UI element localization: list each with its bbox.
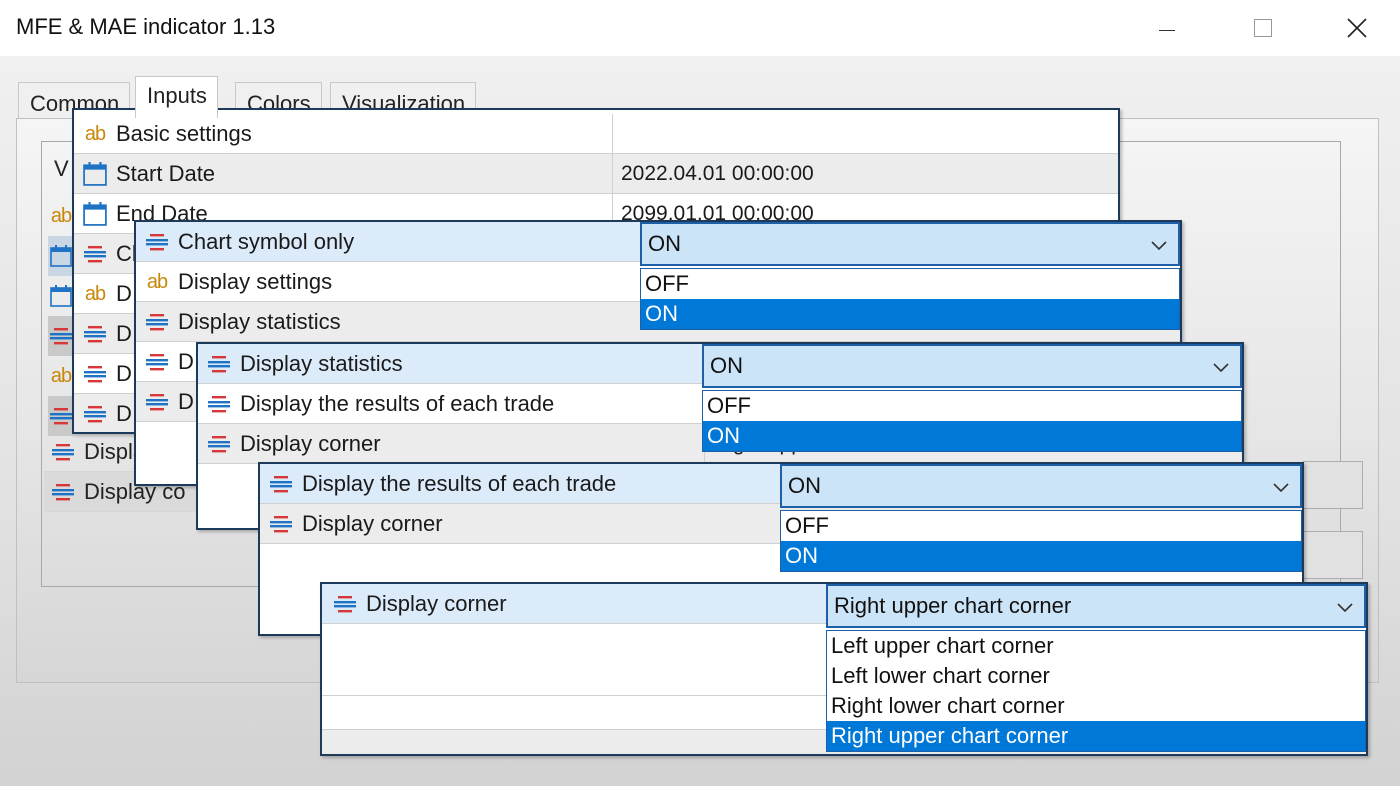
row-label: D (116, 361, 132, 386)
option-off[interactable]: OFF (703, 391, 1241, 421)
option-left-lower[interactable]: Left lower chart corner (827, 661, 1365, 691)
enum-icon (206, 351, 232, 377)
close-icon (1347, 18, 1367, 38)
row-label: Chart symbol only (178, 229, 355, 254)
row-label: Display corner (302, 511, 443, 536)
chevron-down-icon (1273, 483, 1289, 493)
minimize-button[interactable] (1144, 8, 1190, 48)
row-label: D (116, 281, 132, 306)
enum-icon (50, 479, 76, 505)
calendar-icon (48, 283, 74, 309)
maximize-icon (1254, 19, 1272, 37)
table-row[interactable]: ab Basic settings (74, 114, 1118, 154)
option-on[interactable]: ON (781, 541, 1301, 571)
enum-icon (206, 391, 232, 417)
enum-icon (144, 309, 170, 335)
chevron-down-icon (1213, 363, 1229, 373)
option-right-upper[interactable]: Right upper chart corner (827, 721, 1365, 751)
ab-icon: ab (146, 270, 168, 293)
combo-value: Right upper chart corner (834, 593, 1072, 618)
row-value[interactable] (612, 114, 621, 154)
chevron-down-icon (1151, 241, 1167, 251)
row-label: Display statistics (178, 309, 341, 334)
enum-icon (48, 403, 74, 429)
tab-inputs[interactable]: Inputs (135, 76, 218, 118)
row-label: D (116, 321, 132, 346)
calendar-icon (48, 243, 74, 269)
chevron-down-icon (1337, 603, 1353, 613)
chart-symbol-combobox[interactable]: ON (640, 222, 1180, 266)
option-right-lower[interactable]: Right lower chart corner (827, 691, 1365, 721)
enum-icon (206, 431, 232, 457)
row-label: D (178, 389, 194, 414)
enum-icon (144, 229, 170, 255)
left-edge-icons: ab ab (48, 196, 74, 436)
option-off[interactable]: OFF (641, 269, 1179, 299)
enum-icon (268, 511, 294, 537)
results-each-trade-combobox[interactable]: ON (780, 464, 1302, 508)
combo-value: ON (788, 473, 821, 498)
row-label: Basic settings (116, 121, 252, 146)
option-left-upper[interactable]: Left upper chart corner (827, 631, 1365, 661)
title-bar: MFE & MAE indicator 1.13 (0, 0, 1400, 56)
side-button-2[interactable] (1303, 531, 1363, 579)
ab-icon: ab (50, 204, 72, 227)
calendar-icon (82, 161, 108, 187)
enum-icon (332, 591, 358, 617)
enum-icon (48, 323, 74, 349)
combo-value: ON (710, 353, 743, 378)
row-label: Start Date (116, 161, 216, 186)
enum-icon (144, 389, 170, 415)
row-label: D (116, 401, 132, 426)
row-value[interactable]: 2022.04.01 00:00:00 (612, 154, 814, 194)
window-title: MFE & MAE indicator 1.13 (16, 14, 276, 39)
maximize-button[interactable] (1240, 8, 1286, 48)
enum-icon (50, 439, 76, 465)
display-statistics-combobox[interactable]: ON (702, 344, 1242, 388)
row-label: Display corner (240, 431, 381, 456)
option-on[interactable]: ON (703, 421, 1241, 451)
row-label: Display the results of each trade (302, 471, 617, 496)
side-button-1[interactable] (1303, 461, 1363, 509)
close-button[interactable] (1334, 8, 1380, 48)
table-row[interactable]: Start Date 2022.04.01 00:00:00 (74, 154, 1118, 194)
display-corner-dropdown: Left upper chart corner Left lower chart… (826, 630, 1366, 752)
display-statistics-dropdown: OFF ON (702, 390, 1242, 452)
calendar-icon (82, 201, 108, 227)
row-label: D (178, 349, 194, 374)
enum-icon (82, 321, 108, 347)
row-label: Display settings (178, 269, 333, 294)
enum-icon (144, 349, 170, 375)
row-label: Display corner (366, 591, 507, 616)
enum-icon (82, 361, 108, 387)
option-on[interactable]: ON (641, 299, 1179, 329)
column-header: V (54, 156, 69, 181)
option-off[interactable]: OFF (781, 511, 1301, 541)
enum-icon (82, 241, 108, 267)
minimize-icon (1159, 29, 1175, 31)
results-each-trade-dropdown: OFF ON (780, 510, 1302, 572)
ab-icon: ab (50, 364, 72, 387)
display-corner-combobox[interactable]: Right upper chart corner (826, 584, 1366, 628)
enum-icon (268, 471, 294, 497)
chart-symbol-dropdown: OFF ON (640, 268, 1180, 330)
enum-icon (82, 401, 108, 427)
ab-icon: ab (84, 122, 106, 145)
combo-value: ON (648, 231, 681, 256)
row-label: Display statistics (240, 351, 403, 376)
ab-icon: ab (84, 282, 106, 305)
row-label: Display the results of each trade (240, 391, 555, 416)
